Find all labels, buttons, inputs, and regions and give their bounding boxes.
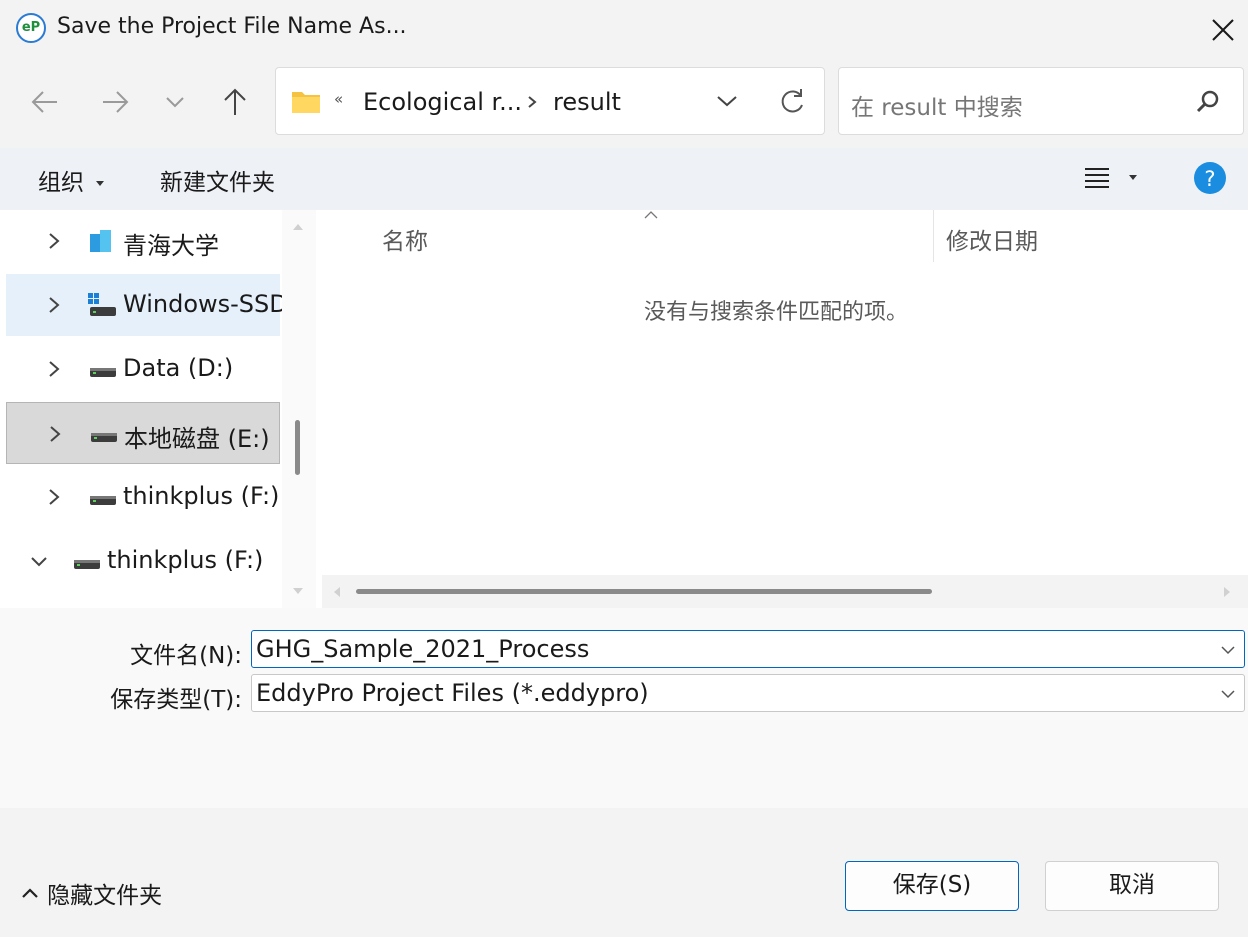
organize-label: 组织	[38, 170, 84, 196]
drive-icon	[90, 368, 116, 377]
chevron-right-icon[interactable]	[45, 423, 65, 445]
scrollbar-thumb[interactable]	[295, 420, 300, 475]
breadcrumb-separator-icon	[528, 96, 537, 108]
up-button[interactable]	[215, 82, 255, 122]
back-button[interactable]	[25, 82, 65, 122]
tree-item-data-d[interactable]: Data (D:)	[6, 338, 280, 400]
tree-item-thinkplus-f-expanded[interactable]: thinkplus (F:)	[6, 530, 280, 592]
view-options-button[interactable]	[1082, 164, 1142, 198]
file-list-horizontal-scrollbar[interactable]	[322, 575, 1248, 608]
arrow-left-icon	[31, 91, 57, 113]
column-divider[interactable]	[933, 210, 934, 262]
chevron-down-icon[interactable]	[1220, 643, 1236, 657]
breadcrumb-result[interactable]: result	[553, 88, 621, 116]
chevron-down-icon[interactable]	[1220, 687, 1236, 701]
new-folder-button[interactable]: 新建文件夹	[160, 163, 275, 197]
cloud-folder-icon	[90, 230, 111, 252]
tree-item-label: 本地磁盘 (E:)	[124, 425, 270, 453]
arrow-up-icon	[224, 88, 246, 115]
chevron-up-icon	[22, 888, 38, 898]
tree-item-thinkplus-f[interactable]: thinkplus (F:)	[6, 466, 280, 528]
filename-field[interactable]: GHG_Sample_2021_Process	[251, 630, 1245, 668]
eddypro-app-icon: eP	[16, 13, 46, 43]
scroll-right-arrow-icon[interactable]	[1222, 585, 1232, 599]
scroll-up-arrow-icon[interactable]	[291, 222, 305, 232]
dropdown-caret-icon	[96, 181, 105, 186]
save-type-select[interactable]: EddyPro Project Files (*.eddypro)	[251, 674, 1245, 712]
chevron-right-icon[interactable]	[44, 230, 64, 252]
drive-icon	[74, 560, 100, 569]
tree-item-label: thinkplus (F:)	[123, 482, 280, 510]
chevron-down-icon[interactable]	[28, 552, 50, 572]
sort-ascending-icon	[644, 211, 658, 219]
filename-label: 文件名(N):	[130, 643, 242, 669]
search-input[interactable]: 在 result 中搜索	[851, 88, 1023, 122]
system-drive-icon	[88, 293, 116, 316]
forward-button[interactable]	[95, 82, 135, 122]
refresh-icon[interactable]	[776, 85, 808, 117]
arrow-right-icon	[103, 91, 129, 113]
chevron-right-icon[interactable]	[44, 294, 64, 316]
column-header-name[interactable]: 名称	[382, 222, 428, 256]
scroll-down-arrow-icon[interactable]	[291, 586, 305, 596]
filename-input[interactable]: GHG_Sample_2021_Process	[256, 635, 589, 663]
tree-item-windows-ssd[interactable]: Windows-SSD	[6, 274, 288, 336]
close-button[interactable]	[1203, 10, 1243, 50]
tree-item-label: Windows-SSD	[123, 290, 288, 318]
scrollbar-thumb[interactable]	[356, 589, 932, 594]
tree-item-label: thinkplus (F:)	[107, 546, 264, 574]
drive-icon	[90, 496, 116, 505]
tree-item-label: Data (D:)	[123, 354, 234, 382]
recent-locations-button[interactable]	[155, 82, 195, 122]
tree-item-local-disk-e[interactable]: 本地磁盘 (E:)	[6, 402, 280, 464]
svg-text:?: ?	[1204, 167, 1215, 191]
save-button[interactable]: 保存(S)	[845, 861, 1019, 911]
chevron-down-icon[interactable]	[712, 88, 742, 114]
file-list[interactable]: 名称 修改日期 没有与搜索条件匹配的项。	[316, 210, 1248, 608]
help-button[interactable]: ?	[1194, 162, 1226, 198]
breadcrumb-ecological[interactable]: Ecological r...	[363, 88, 522, 116]
cancel-button[interactable]: 取消	[1045, 861, 1219, 911]
breadcrumb-overflow[interactable]: «	[334, 90, 343, 108]
hide-folders-label: 隐藏文件夹	[47, 883, 163, 909]
chevron-down-icon	[166, 97, 184, 108]
folder-icon	[292, 92, 320, 113]
close-icon	[1212, 19, 1234, 41]
list-view-icon	[1085, 168, 1137, 188]
save-type-value: EddyPro Project Files (*.eddypro)	[256, 679, 649, 707]
help-icon: ?	[1194, 162, 1226, 194]
search-box[interactable]: 在 result 中搜索	[838, 67, 1244, 135]
column-header-date-modified[interactable]: 修改日期	[946, 222, 1038, 256]
organize-menu-button[interactable]: 组织	[38, 163, 107, 197]
chevron-right-icon[interactable]	[44, 486, 64, 508]
tree-item-qinghai-university[interactable]: 青海大学	[6, 210, 280, 272]
tree-item-label: 青海大学	[123, 232, 219, 260]
window-title: Save the Project File Name As...	[57, 14, 407, 39]
search-icon	[1196, 90, 1219, 113]
navigation-pane-scrollbar[interactable]	[282, 210, 316, 608]
drive-icon	[91, 433, 117, 442]
hide-folders-toggle[interactable]: 隐藏文件夹	[18, 876, 162, 910]
chevron-right-icon[interactable]	[44, 358, 64, 380]
save-type-label: 保存类型(T):	[110, 687, 242, 713]
address-bar[interactable]: « Ecological r... result	[275, 67, 825, 135]
empty-message: 没有与搜索条件匹配的项。	[644, 300, 909, 325]
scroll-left-arrow-icon[interactable]	[332, 585, 342, 599]
navigation-pane: 青海大学 Windows-SSD Data (D:) 本地磁盘 (E:) thi…	[0, 210, 316, 608]
